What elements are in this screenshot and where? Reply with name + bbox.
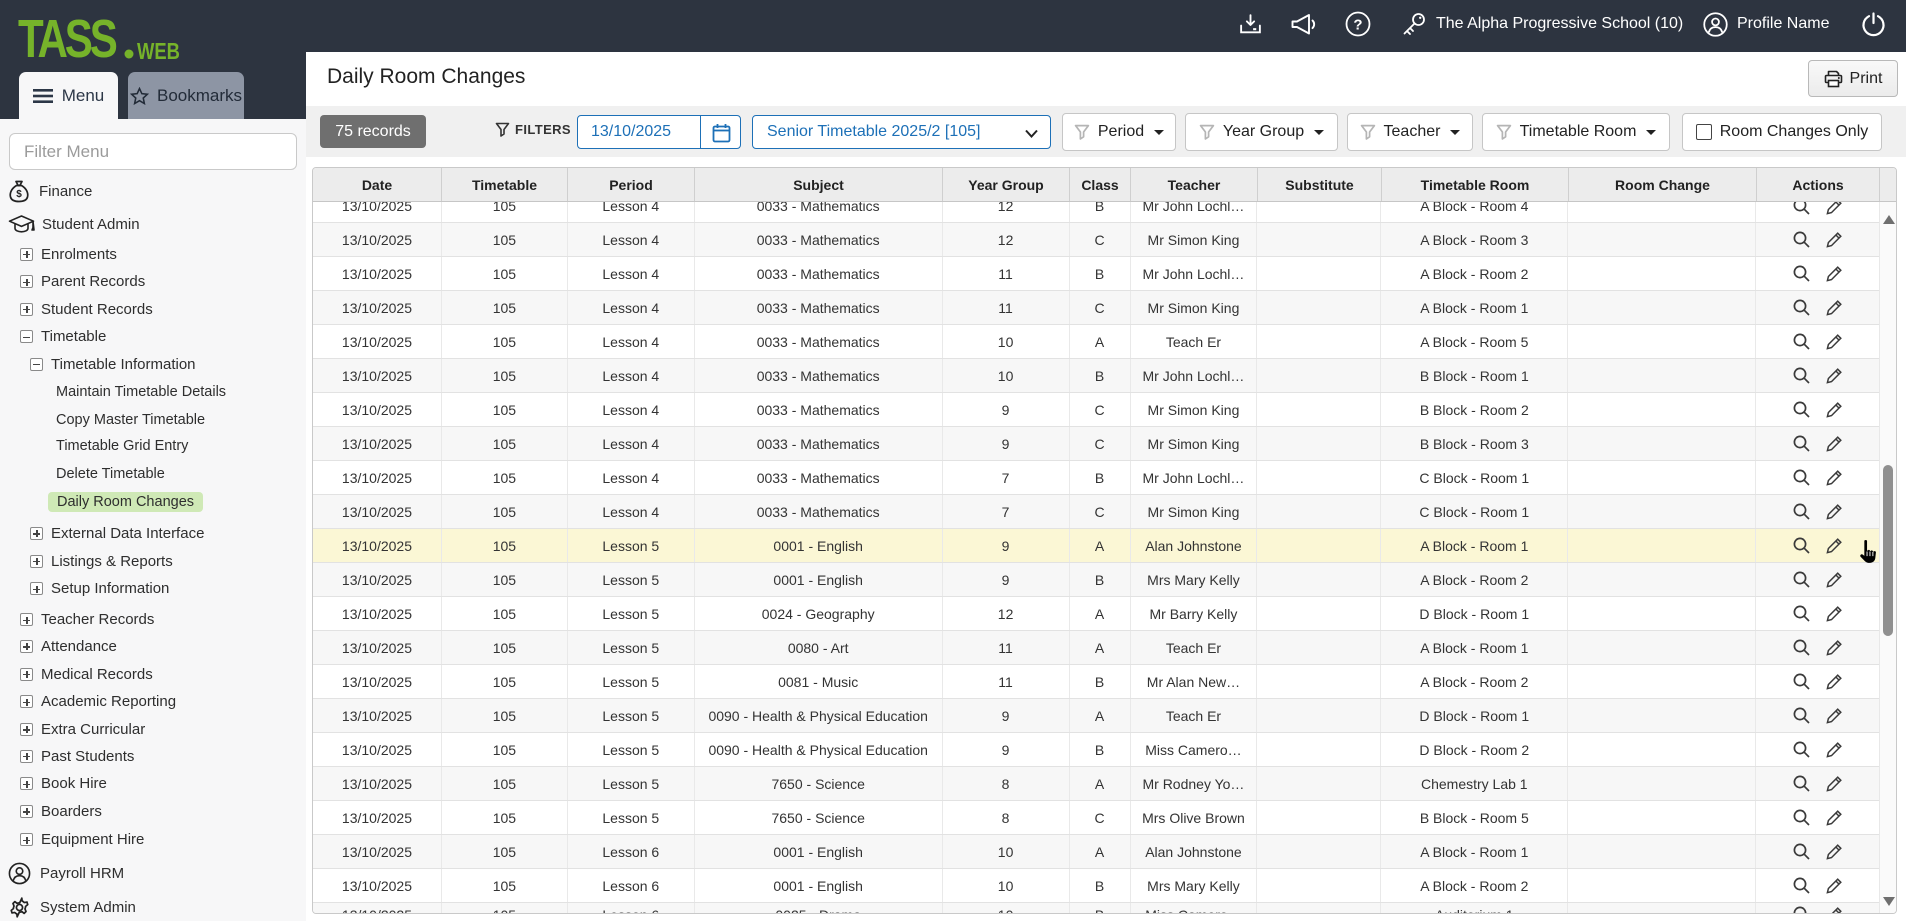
svg-text:?: ? xyxy=(1353,17,1362,34)
svg-text:WEB: WEB xyxy=(137,39,180,64)
svg-text:$: $ xyxy=(16,189,22,200)
svg-text:TASS: TASS xyxy=(18,9,117,64)
